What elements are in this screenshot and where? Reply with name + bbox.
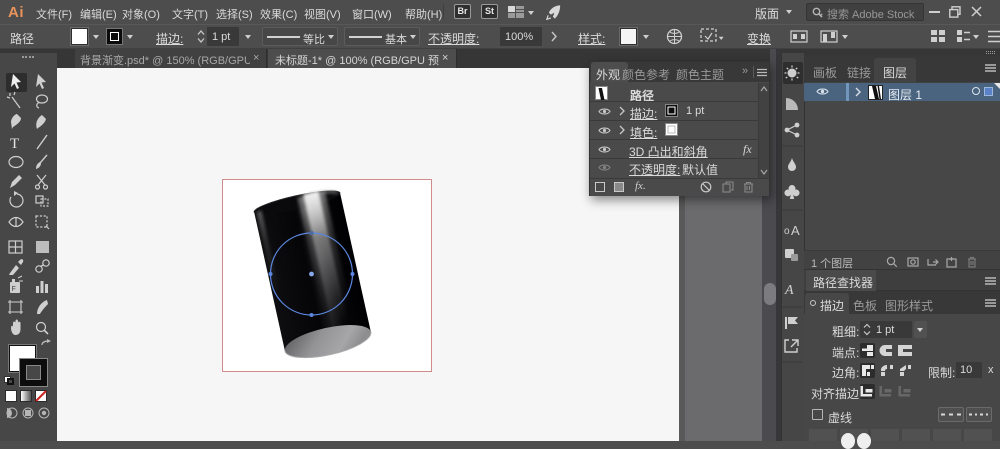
- svg-text:F: F: [12, 286, 16, 293]
- svg-text:T: T: [10, 136, 19, 152]
- svg-text:A: A: [791, 223, 800, 238]
- svg-text:o: o: [784, 226, 790, 237]
- svg-text:A: A: [784, 283, 794, 298]
